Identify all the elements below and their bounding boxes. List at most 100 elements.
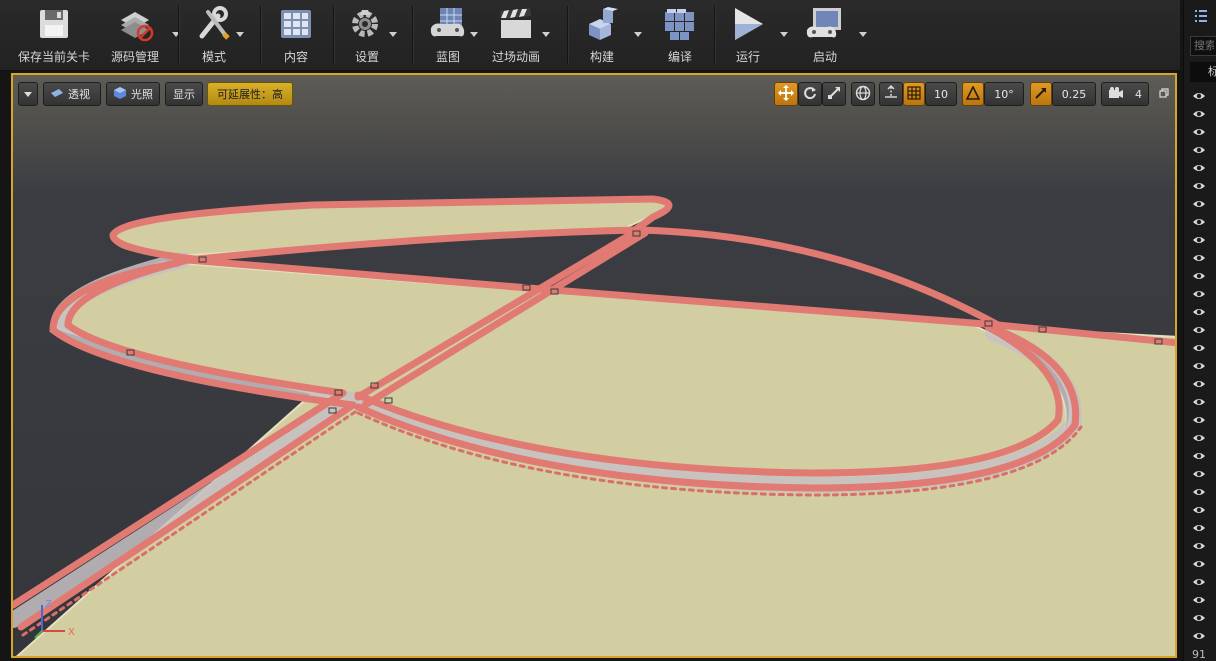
world-local-toggle[interactable] [851, 82, 875, 106]
scale-mode-button[interactable] [822, 82, 846, 106]
visibility-eye-icon[interactable] [1192, 212, 1206, 225]
blueprints-button[interactable]: 蓝图 [426, 4, 478, 66]
visibility-eye-icon[interactable] [1192, 320, 1206, 333]
visibility-eye-icon[interactable] [1192, 104, 1206, 117]
outliner-search-input[interactable] [1190, 36, 1216, 56]
visibility-eye-icon[interactable] [1192, 248, 1206, 261]
outliner-count: 91 [1192, 648, 1206, 661]
toolbar-divider [260, 6, 262, 64]
modes-button[interactable]: 模式 [190, 4, 244, 66]
visibility-eye-icon[interactable] [1192, 446, 1206, 459]
settings-button[interactable]: 设置 [345, 4, 397, 66]
play-icon [726, 4, 770, 44]
chevron-down-icon[interactable] [859, 32, 867, 37]
camera-speed-number: 4 [1135, 87, 1142, 101]
grid-icon [907, 85, 921, 103]
surface-snap-button[interactable] [879, 82, 903, 106]
visibility-eye-icon[interactable] [1192, 536, 1206, 549]
build-label: 构建 [589, 50, 614, 64]
level-viewport[interactable]: Z X 透视 光照 显示 可延展性：高 10 10° 0.25 4 [11, 73, 1177, 658]
scalability-button[interactable]: 可延展性：高 [207, 82, 293, 106]
save-icon [32, 4, 76, 44]
visibility-eye-icon[interactable] [1192, 284, 1206, 297]
chevron-down-icon[interactable] [236, 32, 244, 37]
visibility-eye-icon[interactable] [1192, 176, 1206, 189]
build-button[interactable]: 构建 [580, 4, 642, 66]
visibility-eye-icon[interactable] [1192, 140, 1206, 153]
grid-snap-toggle[interactable] [903, 82, 925, 106]
visibility-eye-icon[interactable] [1192, 230, 1206, 243]
outliner-column-header[interactable]: 标 [1190, 62, 1216, 82]
visibility-eye-icon[interactable] [1192, 374, 1206, 387]
visibility-eye-icon[interactable] [1192, 482, 1206, 495]
camera-icon [1108, 86, 1124, 102]
show-button[interactable]: 显示 [165, 82, 203, 106]
content-button[interactable]: 内容 [274, 4, 318, 66]
toolbar-divider [412, 6, 414, 64]
scale-icon [827, 86, 841, 103]
visibility-eye-icon[interactable] [1192, 626, 1206, 639]
visibility-eye-icon[interactable] [1192, 410, 1206, 423]
maximize-viewport-button[interactable] [1156, 82, 1172, 106]
save-level-button[interactable]: 保存当前关卡 [18, 4, 90, 66]
visibility-eye-icon[interactable] [1192, 518, 1206, 531]
scale-snap-number: 0.25 [1061, 87, 1087, 101]
chevron-down-icon[interactable] [542, 32, 550, 37]
launch-label: 启动 [812, 50, 837, 64]
visibility-eye-icon[interactable] [1192, 356, 1206, 369]
visibility-eye-icon[interactable] [1192, 194, 1206, 207]
viewport-options-button[interactable] [18, 82, 38, 106]
lit-mode-button[interactable]: 光照 [106, 82, 160, 106]
compile-button[interactable]: 编译 [658, 4, 702, 66]
outliner-list-icon[interactable] [1194, 8, 1208, 27]
visibility-eye-icon[interactable] [1192, 122, 1206, 135]
chevron-down-icon[interactable] [389, 32, 397, 37]
grid-snap-value[interactable]: 10 [925, 82, 957, 106]
visibility-eye-icon[interactable] [1192, 266, 1206, 279]
toolbar-divider [714, 6, 716, 64]
maximize-icon [1159, 87, 1169, 101]
cinematics-label: 过场动画 [491, 50, 540, 64]
build-blocks-icon [580, 4, 624, 44]
visibility-eye-icon[interactable] [1192, 608, 1206, 621]
axis-z-label: Z [45, 599, 52, 610]
visibility-eye-icon[interactable] [1192, 392, 1206, 405]
scalability-label: 可延展性：高 [217, 88, 283, 101]
show-label: 显示 [173, 88, 195, 101]
scale-snap-value[interactable]: 0.25 [1052, 82, 1096, 106]
visibility-eye-icon[interactable] [1192, 464, 1206, 477]
rotate-icon [803, 86, 817, 103]
chevron-down-icon[interactable] [470, 32, 478, 37]
toolbar-divider [567, 6, 569, 64]
cinematics-button[interactable]: 过场动画 [488, 4, 550, 66]
compile-label: 编译 [667, 50, 692, 64]
camera-speed-button[interactable]: 4 [1101, 82, 1149, 106]
chevron-down-icon[interactable] [780, 32, 788, 37]
chevron-down-icon[interactable] [634, 32, 642, 37]
perspective-button[interactable]: 透视 [43, 82, 101, 106]
axis-x-label: X [68, 627, 75, 638]
gear-icon [345, 4, 389, 44]
visibility-eye-icon[interactable] [1192, 338, 1206, 351]
rotate-mode-button[interactable] [798, 82, 822, 106]
visibility-eye-icon[interactable] [1192, 428, 1206, 441]
launch-button[interactable]: 启动 [803, 4, 867, 66]
visibility-eye-icon[interactable] [1192, 158, 1206, 171]
lit-sphere-icon [113, 86, 127, 103]
source-control-button[interactable]: 源码管理 [100, 4, 180, 66]
perspective-label: 透视 [68, 88, 90, 101]
visibility-eye-icon[interactable] [1192, 590, 1206, 603]
visibility-eye-icon[interactable] [1192, 554, 1206, 567]
visibility-eye-icon[interactable] [1192, 500, 1206, 513]
save-level-label: 保存当前关卡 [18, 50, 91, 64]
chevron-down-icon [24, 91, 32, 97]
translate-mode-button[interactable] [774, 82, 798, 106]
visibility-eye-icon[interactable] [1192, 86, 1206, 99]
visibility-eye-icon[interactable] [1192, 572, 1206, 585]
play-button[interactable]: 运行 [726, 4, 788, 66]
rotation-snap-value[interactable]: 10° [984, 82, 1024, 106]
scale-snap-toggle[interactable] [1030, 82, 1052, 106]
perspective-icon [50, 87, 64, 102]
rotation-snap-toggle[interactable] [962, 82, 984, 106]
visibility-eye-icon[interactable] [1192, 302, 1206, 315]
